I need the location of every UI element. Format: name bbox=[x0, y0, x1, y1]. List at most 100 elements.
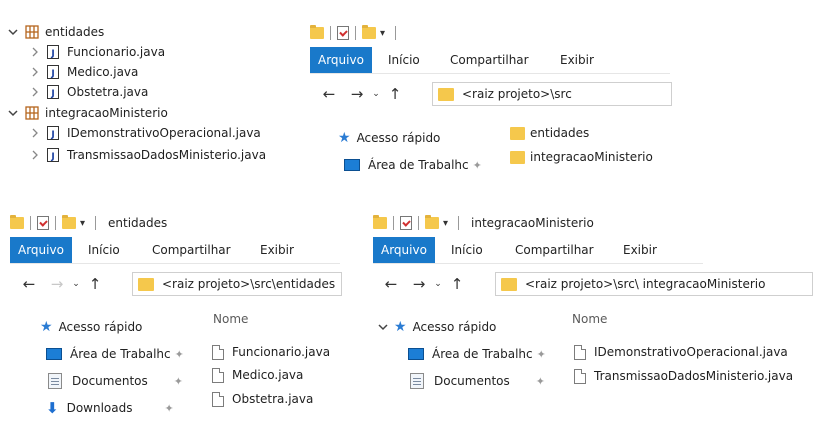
chevron-right-icon[interactable] bbox=[30, 67, 40, 77]
folder-icon bbox=[438, 87, 454, 101]
pin-icon[interactable]: ✦ bbox=[174, 375, 183, 388]
file-item[interactable]: Medico.java bbox=[212, 364, 303, 386]
pin-icon[interactable]: ✦ bbox=[536, 375, 545, 388]
folder-item-entidades[interactable]: entidades bbox=[510, 123, 589, 143]
customize-dropdown-icon[interactable]: ▾ bbox=[80, 218, 85, 229]
tab-arquivo[interactable]: Arquivo bbox=[10, 237, 72, 263]
tree-file-obstetra[interactable]: J Obstetra.java bbox=[30, 82, 148, 102]
tab-compartilhar[interactable]: Compartilhar bbox=[152, 237, 231, 263]
svg-text:J: J bbox=[50, 152, 54, 162]
chevron-down-icon[interactable] bbox=[8, 27, 18, 37]
tree-file-idemonstrativo[interactable]: J IDemonstrativoOperacional.java bbox=[30, 123, 261, 143]
tab-arquivo[interactable]: Arquivo bbox=[310, 47, 372, 73]
nav-buttons: ← → ⌄ ↑ bbox=[380, 270, 468, 298]
quick-access-toolbar: ▾ integracaoMinisterio bbox=[373, 212, 594, 234]
chevron-down-icon[interactable] bbox=[378, 322, 388, 332]
forward-arrow-icon[interactable]: → bbox=[346, 85, 368, 103]
quick-access-item[interactable]: ★ Acesso rápido bbox=[338, 128, 440, 148]
tree-file-medico[interactable]: J Medico.java bbox=[30, 62, 138, 82]
separator bbox=[395, 26, 397, 40]
back-arrow-icon[interactable]: ← bbox=[318, 85, 340, 103]
star-icon: ★ bbox=[394, 319, 407, 335]
sidebar-item-downloads[interactable]: ⬇ Downloads ✦ bbox=[46, 398, 174, 418]
forward-arrow-icon[interactable]: → bbox=[46, 275, 68, 293]
tab-exibir[interactable]: Exibir bbox=[260, 237, 294, 263]
tree-file-funcionario[interactable]: J Funcionario.java bbox=[30, 42, 165, 62]
up-arrow-icon[interactable]: ↑ bbox=[84, 275, 106, 293]
sidebar-item-desktop[interactable]: Área de Trabalhc ✦ bbox=[344, 155, 482, 175]
properties-icon[interactable] bbox=[37, 216, 49, 230]
sidebar-item-documents[interactable]: Documentos ✦ bbox=[410, 371, 545, 391]
address-bar[interactable]: <raiz projeto>\src\entidades bbox=[132, 272, 342, 296]
tree-package-integracao[interactable]: integracaoMinisterio bbox=[8, 103, 168, 123]
recent-dropdown-icon[interactable]: ⌄ bbox=[368, 89, 384, 99]
recent-dropdown-icon[interactable]: ⌄ bbox=[430, 279, 446, 289]
chevron-right-icon[interactable] bbox=[30, 150, 40, 160]
quick-access-item[interactable]: ★ Acesso rápido bbox=[40, 317, 142, 337]
chevron-right-icon[interactable] bbox=[30, 47, 40, 57]
tab-compartilhar[interactable]: Compartilhar bbox=[515, 237, 594, 263]
sidebar-item-label: Documentos bbox=[72, 374, 148, 388]
up-arrow-icon[interactable]: ↑ bbox=[446, 275, 468, 293]
new-folder-icon[interactable] bbox=[62, 215, 76, 229]
customize-dropdown-icon[interactable]: ▾ bbox=[380, 28, 385, 39]
sidebar-item-label: Documentos bbox=[434, 374, 510, 388]
column-header-name[interactable]: Nome bbox=[572, 312, 607, 326]
customize-dropdown-icon[interactable]: ▾ bbox=[443, 218, 448, 229]
file-item[interactable]: Funcionario.java bbox=[212, 341, 330, 363]
folder-label: entidades bbox=[530, 126, 590, 140]
chevron-right-icon[interactable] bbox=[30, 87, 40, 97]
forward-arrow-icon[interactable]: → bbox=[408, 275, 430, 293]
tab-inicio[interactable]: Início bbox=[388, 47, 420, 73]
file-item[interactable]: IDemonstrativoOperacional.java bbox=[574, 341, 788, 363]
package-icon bbox=[25, 106, 39, 120]
chevron-right-icon[interactable] bbox=[30, 128, 40, 138]
back-arrow-icon[interactable]: ← bbox=[18, 275, 40, 293]
address-bar[interactable]: <raiz projeto>\src bbox=[432, 82, 672, 106]
tab-compartilhar[interactable]: Compartilhar bbox=[450, 47, 529, 73]
quick-access-item[interactable]: ★ Acesso rápido bbox=[378, 317, 496, 337]
sidebar-item-documents[interactable]: Documentos ✦ bbox=[48, 371, 183, 391]
address-bar[interactable]: <raiz projeto>\src\ integracaoMinisterio bbox=[495, 272, 813, 296]
tab-inicio[interactable]: Início bbox=[451, 237, 483, 263]
properties-icon[interactable] bbox=[400, 216, 412, 230]
folder-item-integracao[interactable]: integracaoMinisterio bbox=[510, 147, 653, 167]
svg-text:J: J bbox=[50, 130, 54, 140]
folder-icon bbox=[501, 277, 517, 291]
address-path: <raiz projeto>\src\ integracaoMinisterio bbox=[525, 277, 766, 291]
file-label: TransmissaoDadosMinisterio.java bbox=[594, 369, 794, 383]
tab-exibir[interactable]: Exibir bbox=[623, 237, 657, 263]
tab-arquivo[interactable]: Arquivo bbox=[373, 237, 435, 263]
new-folder-icon[interactable] bbox=[362, 25, 376, 39]
sidebar-item-desktop[interactable]: Área de Trabalhc ✦ bbox=[46, 344, 184, 364]
separator bbox=[30, 216, 31, 230]
pin-icon[interactable]: ✦ bbox=[175, 348, 184, 361]
chevron-down-icon[interactable] bbox=[8, 108, 18, 118]
tree-package-entidades[interactable]: entidades bbox=[8, 22, 104, 42]
svg-text:J: J bbox=[50, 69, 54, 79]
quick-access-label: Acesso rápido bbox=[58, 320, 143, 334]
up-arrow-icon[interactable]: ↑ bbox=[384, 85, 406, 103]
tab-inicio[interactable]: Início bbox=[88, 237, 120, 263]
star-icon: ★ bbox=[40, 319, 53, 335]
address-path: <raiz projeto>\src\entidades bbox=[162, 277, 336, 291]
ribbon-tabs: Arquivo Início Compartilhar Exibir bbox=[310, 47, 670, 74]
new-folder-icon[interactable] bbox=[425, 215, 439, 229]
tree-label: Funcionario.java bbox=[67, 45, 166, 59]
back-arrow-icon[interactable]: ← bbox=[380, 275, 402, 293]
pin-icon[interactable]: ✦ bbox=[164, 402, 173, 415]
pin-icon[interactable]: ✦ bbox=[537, 348, 546, 361]
file-item[interactable]: TransmissaoDadosMinisterio.java bbox=[574, 365, 793, 387]
pin-icon[interactable]: ✦ bbox=[473, 159, 482, 172]
sidebar-item-label: Downloads bbox=[66, 401, 133, 415]
tab-exibir[interactable]: Exibir bbox=[560, 47, 594, 73]
file-item[interactable]: Obstetra.java bbox=[212, 388, 313, 410]
sidebar-item-label: Área de Trabalhc bbox=[70, 347, 171, 361]
separator bbox=[458, 216, 460, 230]
tree-label: Medico.java bbox=[67, 65, 139, 79]
tree-file-transmissao[interactable]: J TransmissaoDadosMinisterio.java bbox=[30, 145, 266, 165]
column-header-name[interactable]: Nome bbox=[213, 312, 248, 326]
properties-icon[interactable] bbox=[337, 26, 349, 40]
recent-dropdown-icon[interactable]: ⌄ bbox=[68, 279, 84, 289]
sidebar-item-desktop[interactable]: Área de Trabalhc ✦ bbox=[408, 344, 546, 364]
